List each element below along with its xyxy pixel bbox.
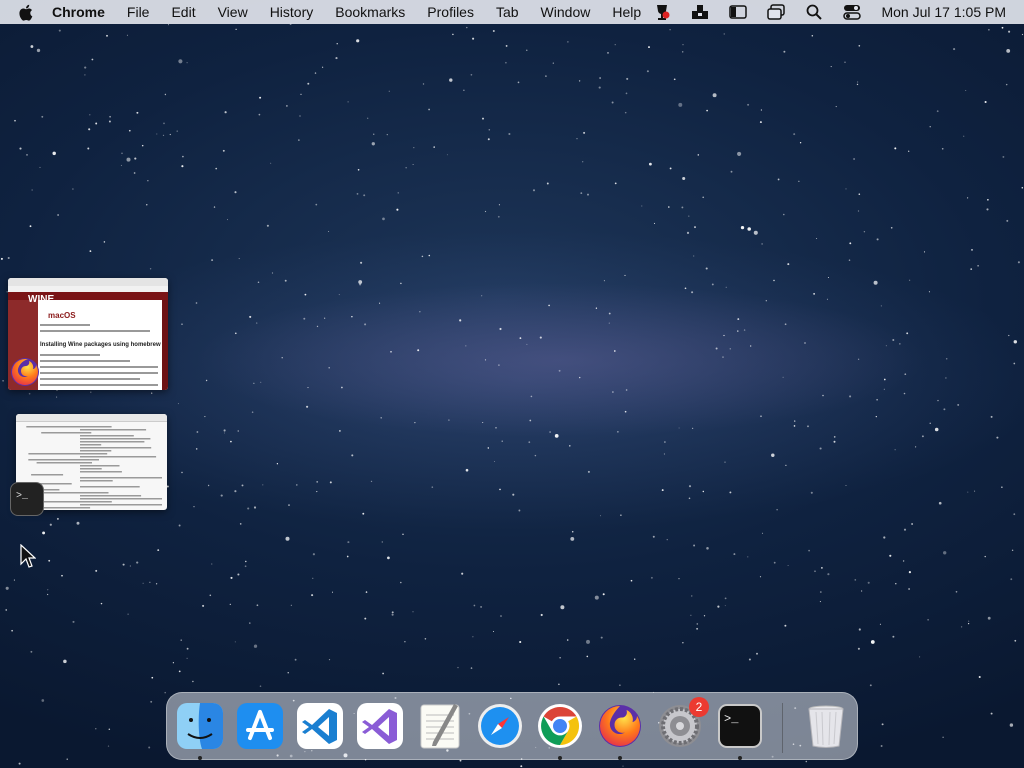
running-indicator [558, 756, 562, 760]
text-line [40, 330, 150, 332]
wine-logo: WINE [28, 294, 55, 305]
dock-visual-studio[interactable] [355, 701, 405, 751]
dock-system-preferences[interactable]: 2 [655, 697, 709, 751]
wine-icon[interactable] [651, 3, 673, 21]
visual-studio-icon [357, 703, 403, 749]
dock: 2 >_ [166, 692, 858, 760]
text-line [40, 372, 158, 374]
vscode-icon [297, 703, 343, 749]
firefox-icon [9, 356, 41, 388]
notification-badge: 2 [689, 697, 709, 717]
dock-terminal[interactable]: >_ [715, 701, 765, 751]
dock-app-store[interactable] [235, 701, 285, 751]
wine-page-title: macOS [48, 311, 76, 320]
svg-text:>_: >_ [16, 491, 29, 502]
menu-view[interactable]: View [218, 4, 248, 20]
sidebar-icon[interactable] [727, 3, 749, 21]
firefox-icon [599, 705, 641, 747]
thumb-title-bar [16, 414, 167, 422]
dock-finder[interactable] [175, 701, 225, 751]
menu-profiles[interactable]: Profiles [427, 4, 474, 20]
menu-bar: Chrome File Edit View History Bookmarks … [0, 0, 1024, 24]
text-line [40, 360, 130, 362]
trash-icon [808, 705, 844, 748]
text-line [40, 354, 100, 356]
menu-edit[interactable]: Edit [171, 4, 195, 20]
dock-vscode[interactable] [295, 701, 345, 751]
dock-trash[interactable] [801, 701, 851, 751]
app-store-icon [237, 703, 283, 749]
menu-window[interactable]: Window [541, 4, 591, 20]
menu-bookmarks[interactable]: Bookmarks [335, 4, 405, 20]
search-icon[interactable] [803, 3, 825, 21]
terminal-icon: >_ [718, 704, 762, 748]
menu-app-name[interactable]: Chrome [52, 4, 105, 20]
mouse-cursor-icon [20, 543, 37, 575]
dock-chrome[interactable] [535, 701, 585, 751]
chrome-icon [538, 704, 582, 748]
text-line [40, 378, 140, 380]
menu-help[interactable]: Help [612, 4, 641, 20]
control-center-icon[interactable] [841, 3, 863, 21]
svg-text:>_: >_ [724, 712, 739, 726]
dock-textedit[interactable] [415, 701, 465, 751]
wine-page-heading: Installing Wine packages using homebrew [40, 342, 161, 348]
thumb-tab-bar [8, 278, 168, 286]
dock-safari[interactable] [475, 701, 525, 751]
window-icon[interactable] [765, 3, 787, 21]
dock-firefox[interactable] [595, 701, 645, 751]
running-indicator [198, 756, 202, 760]
text-line [40, 366, 158, 368]
menu-history[interactable]: History [270, 4, 314, 20]
safari-icon [478, 704, 522, 748]
textedit-icon [420, 704, 460, 749]
text-line [40, 324, 90, 326]
running-indicator [738, 756, 742, 760]
text-line [40, 384, 158, 386]
running-indicator [618, 756, 622, 760]
terminal-icon: >_ [10, 482, 44, 516]
finder-icon [177, 703, 223, 749]
menu-file[interactable]: File [127, 4, 150, 20]
menu-clock[interactable]: Mon Jul 17 1:05 PM [881, 4, 1006, 20]
dock-divider [782, 703, 783, 753]
apple-menu-icon[interactable] [14, 0, 36, 24]
wine-right-edge [162, 300, 168, 390]
dock-stack-icon[interactable] [689, 3, 711, 21]
menu-tab[interactable]: Tab [496, 4, 519, 20]
